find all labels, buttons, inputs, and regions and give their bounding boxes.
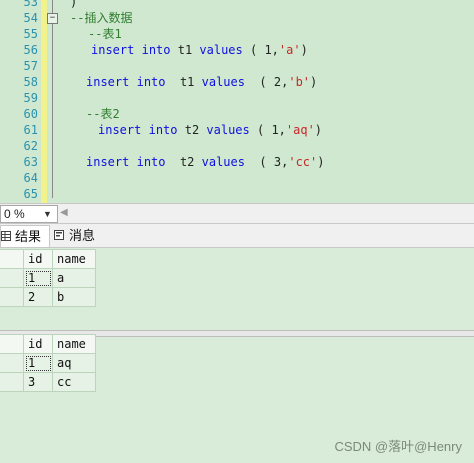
results-tab-bar: 结果 消息: [0, 224, 474, 248]
fold-guide-line: [52, 0, 53, 198]
grid-header-row: id name: [0, 249, 96, 269]
code-text: t2: [177, 123, 207, 137]
keyword: values: [199, 43, 243, 57]
code-line-54-comment: --插入数据: [70, 11, 133, 25]
column-header[interactable]: id: [23, 334, 53, 354]
collapse-region-icon[interactable]: −: [47, 13, 58, 24]
keyword: into: [148, 123, 178, 137]
code-line-63: insert into t2 values ( 3,'cc'): [86, 154, 324, 170]
scroll-left-icon[interactable]: ◀: [60, 206, 68, 220]
grid-icon: [1, 231, 11, 241]
row-number[interactable]: 1: [0, 353, 24, 373]
line-number: 63: [23, 155, 38, 169]
keyword: values: [206, 123, 250, 137]
keyword: values: [201, 155, 245, 169]
tab-results[interactable]: 结果: [0, 225, 50, 247]
line-number: 55: [23, 27, 38, 41]
code-line-53: ): [70, 0, 78, 9]
change-marker-bar: [41, 0, 47, 203]
line-number-gutter: 53 54 55 56 57 58 59 60 61 62 63 64 65: [0, 0, 40, 203]
table-row[interactable]: 1 1 a: [0, 268, 96, 288]
line-number: 58: [23, 75, 38, 89]
column-header[interactable]: name: [52, 249, 96, 269]
code-text: ): [317, 155, 325, 169]
tab-label: 结果: [15, 229, 42, 244]
keyword: insert: [86, 155, 130, 169]
zoom-select[interactable]: 0 % ▼: [0, 205, 58, 223]
code-line-58: insert into t1 values ( 2,'b'): [86, 74, 317, 90]
line-number: 60: [23, 107, 38, 121]
line-number: 59: [23, 91, 38, 105]
code-text: ( 1,: [249, 123, 286, 137]
keyword: into: [141, 43, 171, 57]
sql-editor[interactable]: 53 54 55 56 57 58 59 60 61 62 63 64 65 −…: [0, 0, 474, 203]
string-literal: 'a': [278, 43, 301, 57]
tab-messages[interactable]: 消息: [52, 225, 102, 246]
keyword: insert: [98, 123, 142, 137]
result-grid-2[interactable]: id name 1 1 aq 2 3 cc: [0, 334, 96, 392]
code-text: ): [310, 75, 318, 89]
table-row[interactable]: 2 2 b: [0, 287, 96, 307]
keyword: values: [201, 75, 245, 89]
keyword: into: [136, 75, 166, 89]
line-number: 56: [23, 43, 38, 57]
grid-cell[interactable]: cc: [52, 372, 96, 392]
table-row[interactable]: 1 1 aq: [0, 353, 96, 373]
code-line-56: insert into t1 values ( 1,'a'): [91, 42, 308, 58]
row-number[interactable]: 2: [0, 287, 24, 307]
line-number: 62: [23, 139, 38, 153]
result-grid-1[interactable]: id name 1 1 a 2 2 b: [0, 249, 96, 307]
string-literal: 'cc': [288, 155, 318, 169]
table-row[interactable]: 2 3 cc: [0, 372, 96, 392]
line-number: 61: [23, 123, 38, 137]
code-text: ( 1,: [242, 43, 279, 57]
row-number[interactable]: 2: [0, 372, 24, 392]
code-line-60-comment: --表2: [86, 107, 120, 121]
keyword: into: [136, 155, 166, 169]
results-pane: id name 1 1 a 2 2 b id name 1 1 aq 2 3 c…: [0, 248, 474, 463]
keyword: insert: [91, 43, 135, 57]
string-literal: 'aq': [285, 123, 315, 137]
string-literal: 'b': [288, 75, 311, 89]
grid-cell[interactable]: 2: [23, 287, 53, 307]
row-number-header: [0, 334, 24, 354]
column-header[interactable]: id: [23, 249, 53, 269]
grid-cell[interactable]: aq: [52, 353, 96, 373]
watermark-text: CSDN @落叶@Henry: [334, 439, 462, 454]
row-number[interactable]: 1: [0, 268, 24, 288]
code-text: ): [300, 43, 308, 57]
grid-cell[interactable]: 3: [23, 372, 53, 392]
messages-icon: [54, 230, 64, 240]
code-text: t1: [165, 75, 202, 89]
line-number: 54: [23, 11, 38, 25]
grid-cell[interactable]: 1: [23, 353, 53, 373]
tab-label: 消息: [69, 228, 96, 243]
grid-cell[interactable]: a: [52, 268, 96, 288]
zoom-value: 0 %: [4, 207, 25, 221]
line-number: 53: [23, 0, 38, 9]
keyword: insert: [86, 75, 130, 89]
code-text: ): [314, 123, 323, 137]
code-line-55-comment: --表1: [88, 27, 122, 41]
code-text: t2: [165, 155, 202, 169]
code-text: ( 3,: [244, 155, 289, 169]
line-number: 57: [23, 59, 38, 73]
chevron-down-icon[interactable]: ▼: [43, 206, 52, 222]
line-number: 65: [23, 187, 38, 201]
row-number-header: [0, 249, 24, 269]
editor-status-strip: 0 % ▼ ◀: [0, 203, 474, 224]
code-text: t1: [170, 43, 200, 57]
code-text: ( 2,: [244, 75, 289, 89]
column-header[interactable]: name: [52, 334, 96, 354]
grid-header-row: id name: [0, 334, 96, 354]
line-number: 64: [23, 171, 38, 185]
grid-cell[interactable]: b: [52, 287, 96, 307]
grid-cell[interactable]: 1: [23, 268, 53, 288]
code-line-61: insert into t2 values ( 1,'aq'): [98, 122, 322, 138]
